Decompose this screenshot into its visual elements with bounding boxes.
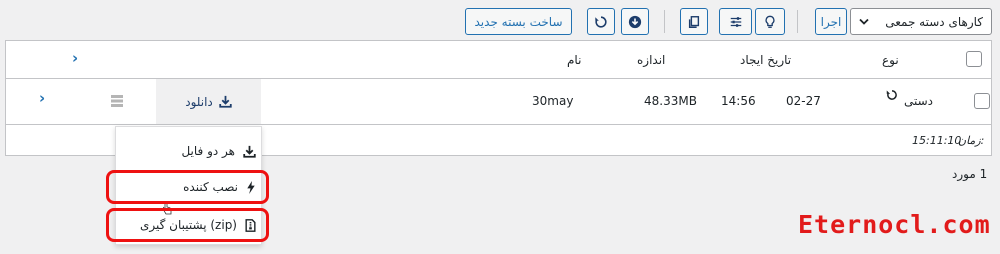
download-button[interactable]: دانلود [156,79,261,124]
lightbulb-icon [765,15,775,28]
header-size: اندازه [637,53,666,67]
installer-highlight [106,170,269,204]
copy-button[interactable] [680,8,708,35]
item-count: 1 مورد [952,167,988,181]
new-package-label: ساخت بسته جدید [474,14,563,29]
download-icon [243,145,256,158]
archive-highlight [106,208,269,242]
row-chevron-right-icon[interactable]: › [39,89,45,107]
row-checkbox[interactable] [974,93,990,109]
table-header: نوع تاریخ ایجاد اندازه نام › [6,41,991,79]
row-size: 48.33MB [644,94,697,108]
header-type: نوع [882,53,899,67]
row-date: 02-27 [786,94,821,108]
apply-button[interactable]: اجرا [815,8,847,35]
menu-item-both-files[interactable]: هر دو فایل [126,139,256,163]
download-icon [219,95,232,108]
chevron-down-icon [859,18,869,25]
bulk-actions-value: کارهای دسته جمعی [885,14,983,29]
header-name: نام [567,53,582,67]
tips-button[interactable] [755,8,785,35]
download-circle-button[interactable] [621,8,649,35]
footer-time-label: زمان: [958,134,985,147]
new-package-button[interactable]: ساخت بسته جدید [465,8,572,35]
select-all-checkbox[interactable] [966,51,982,67]
row-type: دستی [904,94,934,108]
sliders-icon [730,16,741,27]
header-created: تاریخ ایجاد [740,53,792,67]
header-chevron-right-icon[interactable]: › [72,49,78,67]
manual-refresh-icon [886,90,897,100]
watermark: Eternocl.com [798,210,991,239]
apply-label: اجرا [820,14,842,29]
toolbar-divider [664,10,665,33]
database-icon[interactable] [110,95,124,107]
refresh-button[interactable] [587,8,615,35]
table-row: دستی 02-27 14:56 48.33MB 30may دانلود › [6,79,991,125]
menu-item-both-files-label: هر دو فایل [181,144,235,158]
toolbar-divider [797,10,798,33]
row-name: 30may [532,94,574,108]
bulk-actions-select[interactable]: کارهای دسته جمعی [850,8,992,35]
settings-button[interactable] [719,8,752,35]
row-time: 14:56 [721,94,756,108]
footer-time-value: 15:11:10 [912,134,962,147]
download-label: دانلود [185,94,213,109]
download-circle-icon [628,15,642,28]
refresh-icon [595,15,607,28]
copy-icon [688,15,700,28]
